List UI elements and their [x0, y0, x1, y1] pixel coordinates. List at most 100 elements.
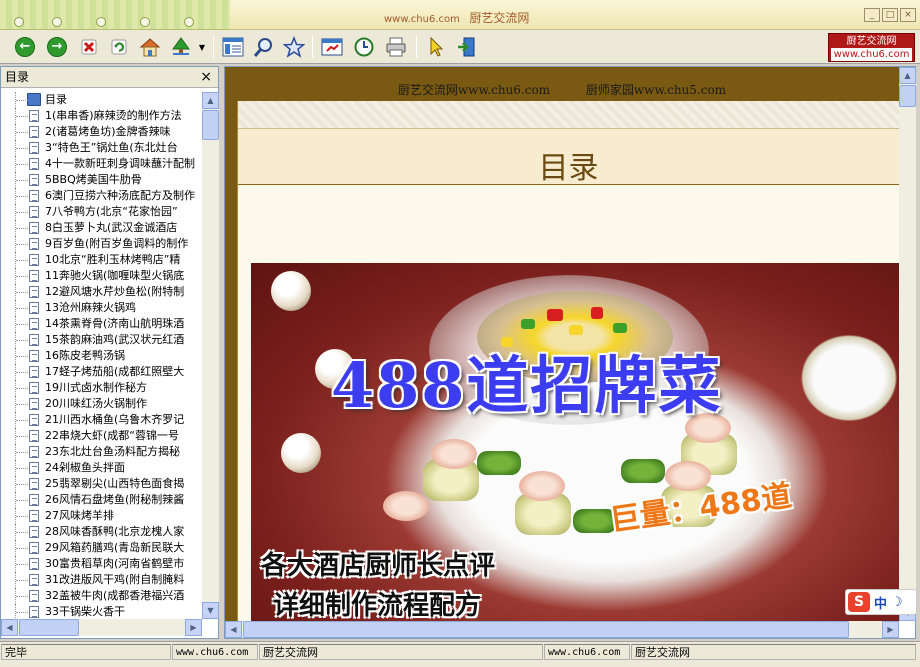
toc-item[interactable]: 26风情石盘烤鱼(附秘制辣酱	[1, 492, 202, 508]
refresh-button[interactable]	[107, 35, 131, 59]
toc-item[interactable]: 29风箱药膳鸡(青岛新民联大	[1, 540, 202, 556]
scroll-right-arrow[interactable]: ▶	[185, 619, 202, 636]
cover-title: 488道招牌菜	[331, 349, 723, 422]
main-vertical-scrollbar[interactable]: ▲ ▼	[899, 67, 916, 621]
toc-item-label: 22串烧大虾(成都“蓉锦一号	[45, 429, 179, 442]
history-button[interactable]	[352, 35, 376, 59]
star-icon	[283, 36, 305, 58]
window-title: www.chu6.com 厨艺交流网	[384, 11, 530, 25]
toc-item-label: 14茶熏脊骨(济南山航明珠酒	[45, 317, 185, 330]
toc-item[interactable]: 6澳门豆捞六种汤底配方及制作	[1, 188, 202, 204]
sidebar-vertical-scrollbar[interactable]: ▲ ▼	[202, 92, 219, 619]
scroll-down-arrow[interactable]: ▼	[202, 602, 219, 619]
toc-item[interactable]: 27风味烤羊排	[1, 508, 202, 524]
toc-item[interactable]: 1(串串香)麻辣烫的制作方法	[1, 108, 202, 124]
toc-item[interactable]: 3“特色王”锅灶鱼(东北灶台	[1, 140, 202, 156]
toc-item-label: 17蛏子烤茄船(成都红照壁大	[45, 365, 185, 378]
scroll-up-arrow[interactable]: ▲	[202, 92, 219, 109]
window-button[interactable]	[320, 35, 344, 59]
toc-item[interactable]: 4十一款新旺刺身调味蘸汁配制	[1, 156, 202, 172]
toc-item[interactable]: 8白玉萝卜丸(武汉金诚酒店	[1, 220, 202, 236]
toc-item[interactable]: 10北京“胜利玉林烤鸭店”精	[1, 252, 202, 268]
pointer-tool-button[interactable]	[424, 35, 448, 59]
toc-item-label: 7八爷鸭方(北京“花家怡园”	[45, 205, 178, 218]
exit-button[interactable]	[455, 35, 479, 59]
ime-indicator[interactable]: S 中 ☽	[845, 589, 917, 615]
toggle-sidebar-button[interactable]	[221, 35, 245, 59]
forward-button[interactable]: →	[45, 35, 69, 59]
forward-arrow-icon: →	[47, 37, 67, 57]
toc-item-label: 8白玉萝卜丸(武汉金诚酒店	[45, 221, 178, 234]
print-button[interactable]	[384, 35, 408, 59]
search-button[interactable]	[252, 35, 276, 59]
scroll-thumb[interactable]	[243, 621, 849, 638]
toc-item[interactable]: 25翡翠剔尖(山西特色面食揭	[1, 476, 202, 492]
sidebar-toc: 目录 × 目录 1(串串香)麻辣烫的制作方法 2(诸葛烤鱼坊)金牌香辣味 3“特色王…	[0, 66, 219, 639]
scroll-left-arrow[interactable]: ◀	[225, 621, 242, 638]
toc-item[interactable]: 5BBQ烤美国牛肋骨	[1, 172, 202, 188]
scroll-up-arrow[interactable]: ▲	[899, 67, 916, 84]
toc-item[interactable]: 14茶熏脊骨(济南山航明珠酒	[1, 316, 202, 332]
document-icon	[29, 302, 39, 314]
scroll-thumb[interactable]	[202, 110, 219, 140]
site-link-chu5[interactable]: 厨师家园www.chu5.com	[586, 83, 726, 97]
toc-item-label: 1(串串香)麻辣烫的制作方法	[45, 109, 182, 122]
toc-item[interactable]: 31改进版风干鸡(附自制腌料	[1, 572, 202, 588]
toc-item[interactable]: 17蛏子烤茄船(成都红照壁大	[1, 364, 202, 380]
sidebar-horizontal-scrollbar[interactable]: ◀ ▶	[1, 619, 202, 636]
scroll-right-arrow[interactable]: ▶	[882, 621, 899, 638]
toc-item[interactable]: 22串烧大虾(成都“蓉锦一号	[1, 428, 202, 444]
tree-button[interactable]	[169, 35, 193, 59]
toc-item-label: 24剁椒鱼头拌面	[45, 461, 125, 474]
scroll-left-arrow[interactable]: ◀	[1, 619, 18, 636]
dropdown-arrow[interactable]: ▼	[196, 35, 208, 59]
scroll-thumb[interactable]	[19, 619, 79, 636]
main-horizontal-scrollbar[interactable]: ◀ ▶	[225, 621, 899, 638]
toc-item[interactable]: 28风味香酥鸭(北京龙槐人家	[1, 524, 202, 540]
clock-icon	[354, 37, 374, 57]
toc-item[interactable]: 32盖被牛肉(成都香港福兴酒	[1, 588, 202, 604]
refresh-icon	[111, 39, 127, 55]
toc-item[interactable]: 24剁椒鱼头拌面	[1, 460, 202, 476]
toc-item[interactable]: 20川味红汤火锅制作	[1, 396, 202, 412]
site-link-chu6[interactable]: 厨艺交流网www.chu6.com	[398, 83, 550, 97]
toc-item[interactable]: 11奔驰火锅(咖喱味型火锅底	[1, 268, 202, 284]
favorites-button[interactable]	[282, 35, 306, 59]
sidebar-close-button[interactable]: ×	[200, 67, 212, 88]
toc-item-label: 29风箱药膳鸡(青岛新民联大	[45, 541, 185, 554]
sidebar-header: 目录 ×	[1, 67, 218, 88]
toc-item[interactable]: 7八爷鸭方(北京“花家怡园”	[1, 204, 202, 220]
toc-item-label: 23东北灶台鱼汤料配方揭秘	[45, 445, 180, 458]
document-icon	[29, 350, 39, 362]
toc-item[interactable]: 21川西水桶鱼(乌鲁木齐罗记	[1, 412, 202, 428]
close-button[interactable]: ×	[900, 8, 916, 22]
toc-item[interactable]: 33干锅柴火香干	[1, 604, 202, 619]
maximize-button[interactable]: □	[882, 8, 898, 22]
toc-item[interactable]: 16陈皮老鸭汤锅	[1, 348, 202, 364]
document-icon	[29, 206, 39, 218]
toc-item-label: 32盖被牛肉(成都香港福兴酒	[45, 589, 185, 602]
stop-button[interactable]	[77, 35, 101, 59]
toc-item[interactable]: 23东北灶台鱼汤料配方揭秘	[1, 444, 202, 460]
brand-logo[interactable]: 厨艺交流网 www.chu6.com	[828, 33, 915, 62]
document-icon	[29, 430, 39, 442]
toc-item[interactable]: 9百岁鱼(附百岁鱼调料的制作	[1, 236, 202, 252]
toc-item[interactable]: 13沧州麻辣火锅鸡	[1, 300, 202, 316]
toc-item[interactable]: 15茶韵麻油鸡(武汉状元红酒	[1, 332, 202, 348]
status-site-2: 厨艺交流网	[631, 644, 916, 660]
home-button[interactable]	[138, 35, 162, 59]
toc-item[interactable]: 19川式卤水制作秘方	[1, 380, 202, 396]
document-icon	[29, 446, 39, 458]
back-button[interactable]: ←	[13, 35, 37, 59]
toc-item[interactable]: 30富贵稻草肉(河南省鹤壁市	[1, 556, 202, 572]
document-icon	[29, 238, 39, 250]
toc-item[interactable]: 12避风塘水芹炒鱼松(附特制	[1, 284, 202, 300]
toc-item[interactable]: 2(诸葛烤鱼坊)金牌香辣味	[1, 124, 202, 140]
document-icon	[29, 510, 39, 522]
search-icon	[253, 38, 272, 57]
minimize-button[interactable]: _	[864, 8, 880, 22]
window-icon	[321, 38, 343, 56]
scroll-thumb[interactable]	[899, 85, 916, 107]
book-icon	[27, 93, 41, 106]
toc-root[interactable]: 目录	[1, 92, 202, 108]
